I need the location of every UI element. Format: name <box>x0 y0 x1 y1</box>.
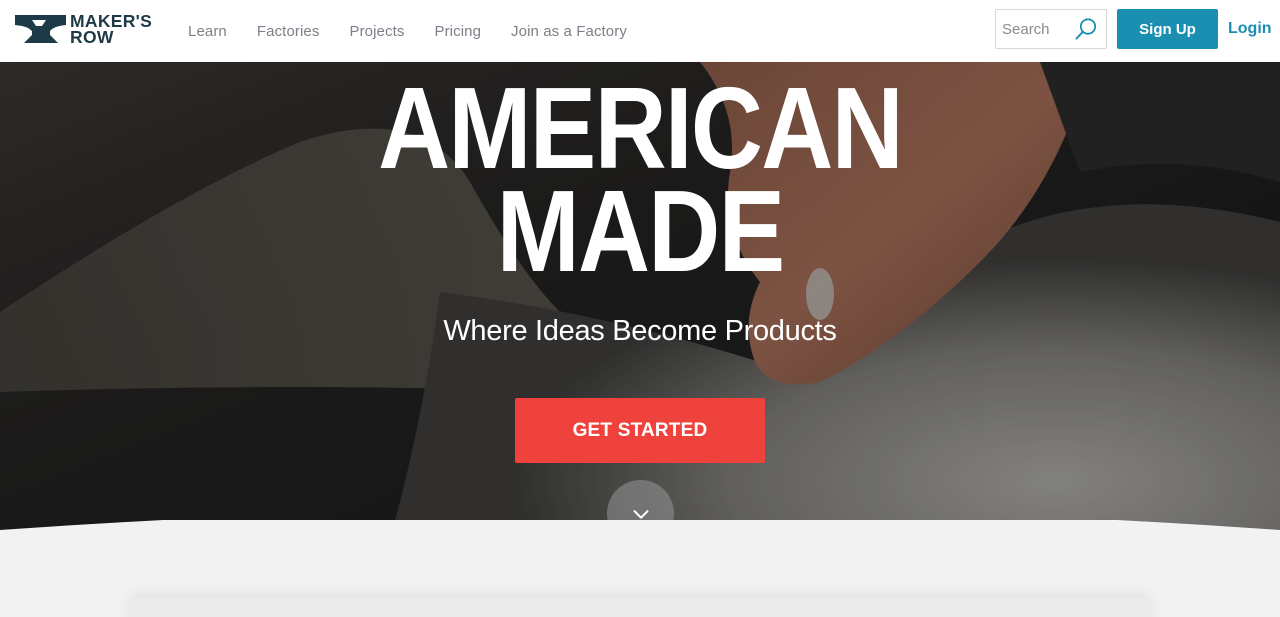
logo-wordmark: MAKER'S ROW <box>70 12 152 47</box>
get-started-button[interactable]: GET STARTED <box>515 398 765 463</box>
hero-tagline: Where Ideas Become Products <box>443 315 837 347</box>
site-header: MAKER'S ROW Learn Factories Projects Pri… <box>0 0 1280 62</box>
main-nav: Learn Factories Projects Pricing Join as… <box>188 0 657 62</box>
login-link[interactable]: Login <box>1228 20 1272 38</box>
nav-projects[interactable]: Projects <box>349 23 404 40</box>
nav-pricing[interactable]: Pricing <box>434 23 481 40</box>
makers-row-logo[interactable]: MAKER'S ROW <box>14 12 152 46</box>
search-icon[interactable] <box>1074 17 1098 41</box>
nav-factories[interactable]: Factories <box>257 23 320 40</box>
hero-section: AMERICAN MADE Where Ideas Become Product… <box>0 62 1280 574</box>
sign-up-button[interactable]: Sign Up <box>1117 9 1218 49</box>
anvil-logo-icon <box>15 15 66 43</box>
hero-headline-line-2: MADE <box>496 166 786 296</box>
nav-learn[interactable]: Learn <box>188 23 227 40</box>
logo-line-2: ROW <box>70 27 114 47</box>
search-input[interactable] <box>996 10 1076 48</box>
search-box <box>995 9 1107 49</box>
content-card-edge <box>130 598 1150 617</box>
nav-join-as-factory[interactable]: Join as a Factory <box>511 23 627 40</box>
